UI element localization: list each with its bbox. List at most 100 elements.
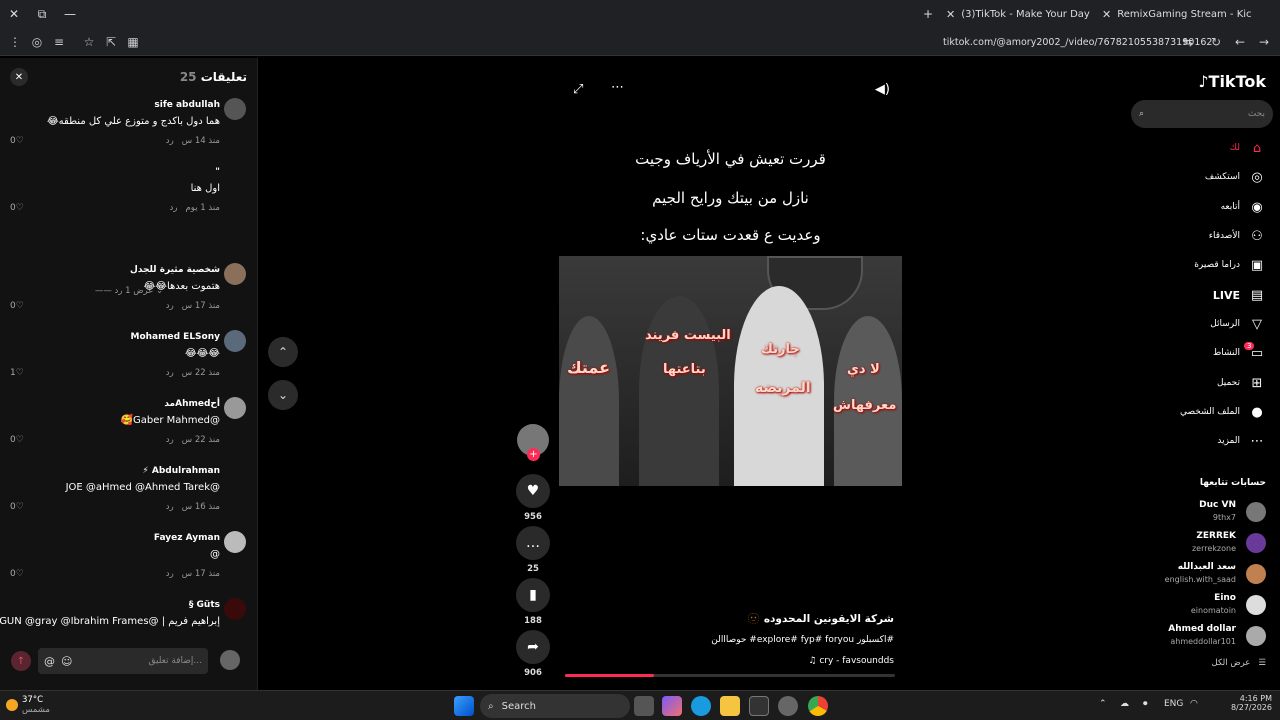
task-view-icon[interactable] [634, 696, 654, 716]
back-icon[interactable]: ← [1229, 31, 1251, 53]
reading-list-icon[interactable]: ≡ [48, 31, 70, 53]
nav-item-following[interactable]: ◉ أتابعه [1221, 195, 1266, 219]
nav-item-activity[interactable]: ▭ 3 النشاط [1213, 341, 1266, 365]
nav-item-messages[interactable]: ▽ الرسائل [1210, 312, 1266, 336]
video-progress-bar[interactable] [565, 674, 895, 677]
previous-video-button[interactable]: ⌃ [268, 337, 298, 367]
nav-item-more[interactable]: ⋯ المزيد [1217, 429, 1266, 453]
follow-plus-icon[interactable]: + [527, 448, 540, 461]
video-author[interactable]: شركة الايقونين المحدوده 🫥 [747, 612, 894, 625]
avatar[interactable] [224, 98, 246, 120]
avatar[interactable] [224, 598, 246, 620]
file-explorer-icon[interactable] [720, 696, 740, 716]
close-tab-icon[interactable]: ✕ [1102, 8, 1111, 21]
volume-icon[interactable]: ◀) [875, 82, 890, 97]
nav-item-explore[interactable]: ◎ استكشف [1205, 165, 1266, 189]
reply-link[interactable]: رد [166, 435, 174, 445]
following-account[interactable]: Duc VN 9thx7 [1126, 498, 1266, 528]
mention-icon[interactable]: @ [44, 655, 55, 668]
taskbar-search[interactable]: ⌕ Search [480, 694, 630, 718]
comment-user[interactable]: شخصية مثيرة للجدل [130, 265, 220, 275]
comment-like-button[interactable]: 1♡ [10, 368, 24, 378]
avatar[interactable] [224, 531, 246, 553]
avatar[interactable] [224, 397, 246, 419]
avatar[interactable] [224, 165, 246, 187]
reply-link[interactable]: رد [170, 203, 178, 213]
comment-user[interactable]: أحAhmedمد [164, 399, 220, 409]
following-account[interactable]: سعد العبدالله english.with_saad [1126, 560, 1266, 590]
chrome-icon[interactable] [808, 696, 828, 716]
avatar[interactable] [224, 464, 246, 486]
mic-icon[interactable]: ⏺ [1143, 699, 1148, 709]
copilot-icon[interactable] [662, 696, 682, 716]
nav-item-live[interactable]: ▤ LIVE [1213, 283, 1266, 307]
comment-user[interactable]: " [215, 167, 220, 177]
chevron-up-icon[interactable]: ⌃ [1099, 699, 1107, 709]
video-player[interactable]: ⤢ ⋯ ◀) قررت تعيش في الأرياف وجيت نازل من… [559, 70, 902, 682]
comment-input[interactable]: @ ☺ إضافة تعليق... [38, 648, 208, 674]
reply-link[interactable]: رد [166, 368, 174, 378]
comment-user[interactable]: Abdulrahman ⚡ [142, 466, 220, 476]
store-icon[interactable] [749, 696, 769, 716]
video-music[interactable]: ♫ cry - favsoundds [808, 656, 894, 666]
save-button[interactable]: ▮ 188 [515, 578, 551, 626]
settings-icon[interactable] [778, 696, 798, 716]
new-tab-icon[interactable]: + [914, 0, 942, 28]
edge-icon[interactable] [691, 696, 711, 716]
nav-item-profile[interactable]: ● الملف الشخصي [1180, 400, 1266, 424]
comment-like-button[interactable]: 0♡ [10, 435, 24, 445]
windows-start-icon[interactable] [454, 696, 474, 716]
close-comments-icon[interactable]: ✕ [10, 68, 28, 86]
close-window-icon[interactable]: ✕ [0, 0, 28, 28]
creator-avatar-button[interactable]: + [515, 424, 551, 461]
nav-item-for-you[interactable]: ⌂ لك [1230, 136, 1266, 160]
bookmark-star-icon[interactable]: ☆ [78, 31, 100, 53]
see-all-link[interactable]: ☰ عرض الكل [1212, 658, 1266, 668]
url-text[interactable]: tiktok.com/@amory2002_/video/76782105538… [943, 37, 1212, 48]
comment-like-button[interactable]: 0♡ [10, 136, 24, 146]
comment-button[interactable]: … 25 [515, 526, 551, 574]
more-options-icon[interactable]: ⋯ [611, 80, 624, 95]
share-button[interactable]: ➦ 906 [515, 630, 551, 678]
close-tab-icon[interactable]: ✕ [946, 8, 955, 21]
comment-user[interactable]: Mohamed ELSony [131, 332, 221, 342]
comment-like-button[interactable]: 0♡ [10, 203, 24, 213]
comment-like-button[interactable]: 0♡ [10, 301, 24, 311]
forward-icon[interactable]: → [1253, 31, 1275, 53]
comment-user[interactable]: sife abdullah [154, 100, 220, 110]
next-video-button[interactable]: ⌄ [268, 380, 298, 410]
video-hashtags[interactable]: #اكسبلور explore# fyp# foryou# حوصااالن [711, 635, 894, 645]
nav-item-drama[interactable]: ▣ دراما قصيرة [1194, 253, 1266, 277]
menu-dots-icon[interactable]: ⋮ [4, 31, 26, 53]
share-icon[interactable]: ⇱ [100, 31, 122, 53]
avatar[interactable] [224, 263, 246, 285]
nav-item-upload[interactable]: ⊞ تحميل [1217, 371, 1266, 395]
tab-remixgaming[interactable]: ✕ RemixGaming Stream - Kick Da [1102, 4, 1252, 24]
wifi-icon[interactable]: ◠ [1190, 699, 1198, 709]
fullscreen-icon[interactable]: ⤢ [573, 82, 583, 97]
clock[interactable]: 4:16 PM 8/27/2026 [1231, 694, 1272, 712]
emoji-icon[interactable]: ☺ [61, 655, 72, 668]
maximize-icon[interactable]: ⧉ [28, 0, 56, 28]
comment-user[interactable]: Güts § [189, 600, 220, 610]
comment-like-button[interactable]: 0♡ [10, 502, 24, 512]
avatar[interactable] [224, 330, 246, 352]
tiktok-logo[interactable]: ♪TikTok [1198, 72, 1266, 91]
comment-like-button[interactable]: 0♡ [10, 569, 24, 579]
comment-user[interactable]: Fayez Ayman [154, 533, 220, 543]
profile-icon[interactable]: ◎ [26, 31, 48, 53]
weather-widget[interactable]: 37°C مشمس [6, 695, 50, 715]
search-input[interactable]: ⌕ بحث [1131, 100, 1273, 128]
tab-tiktok[interactable]: ✕ (3)TikTok - Make Your Day [946, 4, 1094, 24]
like-button[interactable]: ♥ 956 [515, 474, 551, 522]
reply-link[interactable]: رد [166, 569, 174, 579]
following-account[interactable]: Eino einomatoin [1126, 591, 1266, 621]
reply-link[interactable]: رد [166, 136, 174, 146]
reply-link[interactable]: رد [166, 301, 174, 311]
language-indicator[interactable]: ENG [1164, 699, 1183, 709]
extensions-icon[interactable]: ▦ [122, 31, 144, 53]
following-account[interactable]: Ahmed dollar ahmeddollar101 [1126, 622, 1266, 652]
reply-link[interactable]: رد [166, 502, 174, 512]
nav-item-friends[interactable]: ⚇ الأصدقاء [1209, 224, 1266, 248]
onedrive-icon[interactable]: ☁ [1120, 699, 1129, 709]
